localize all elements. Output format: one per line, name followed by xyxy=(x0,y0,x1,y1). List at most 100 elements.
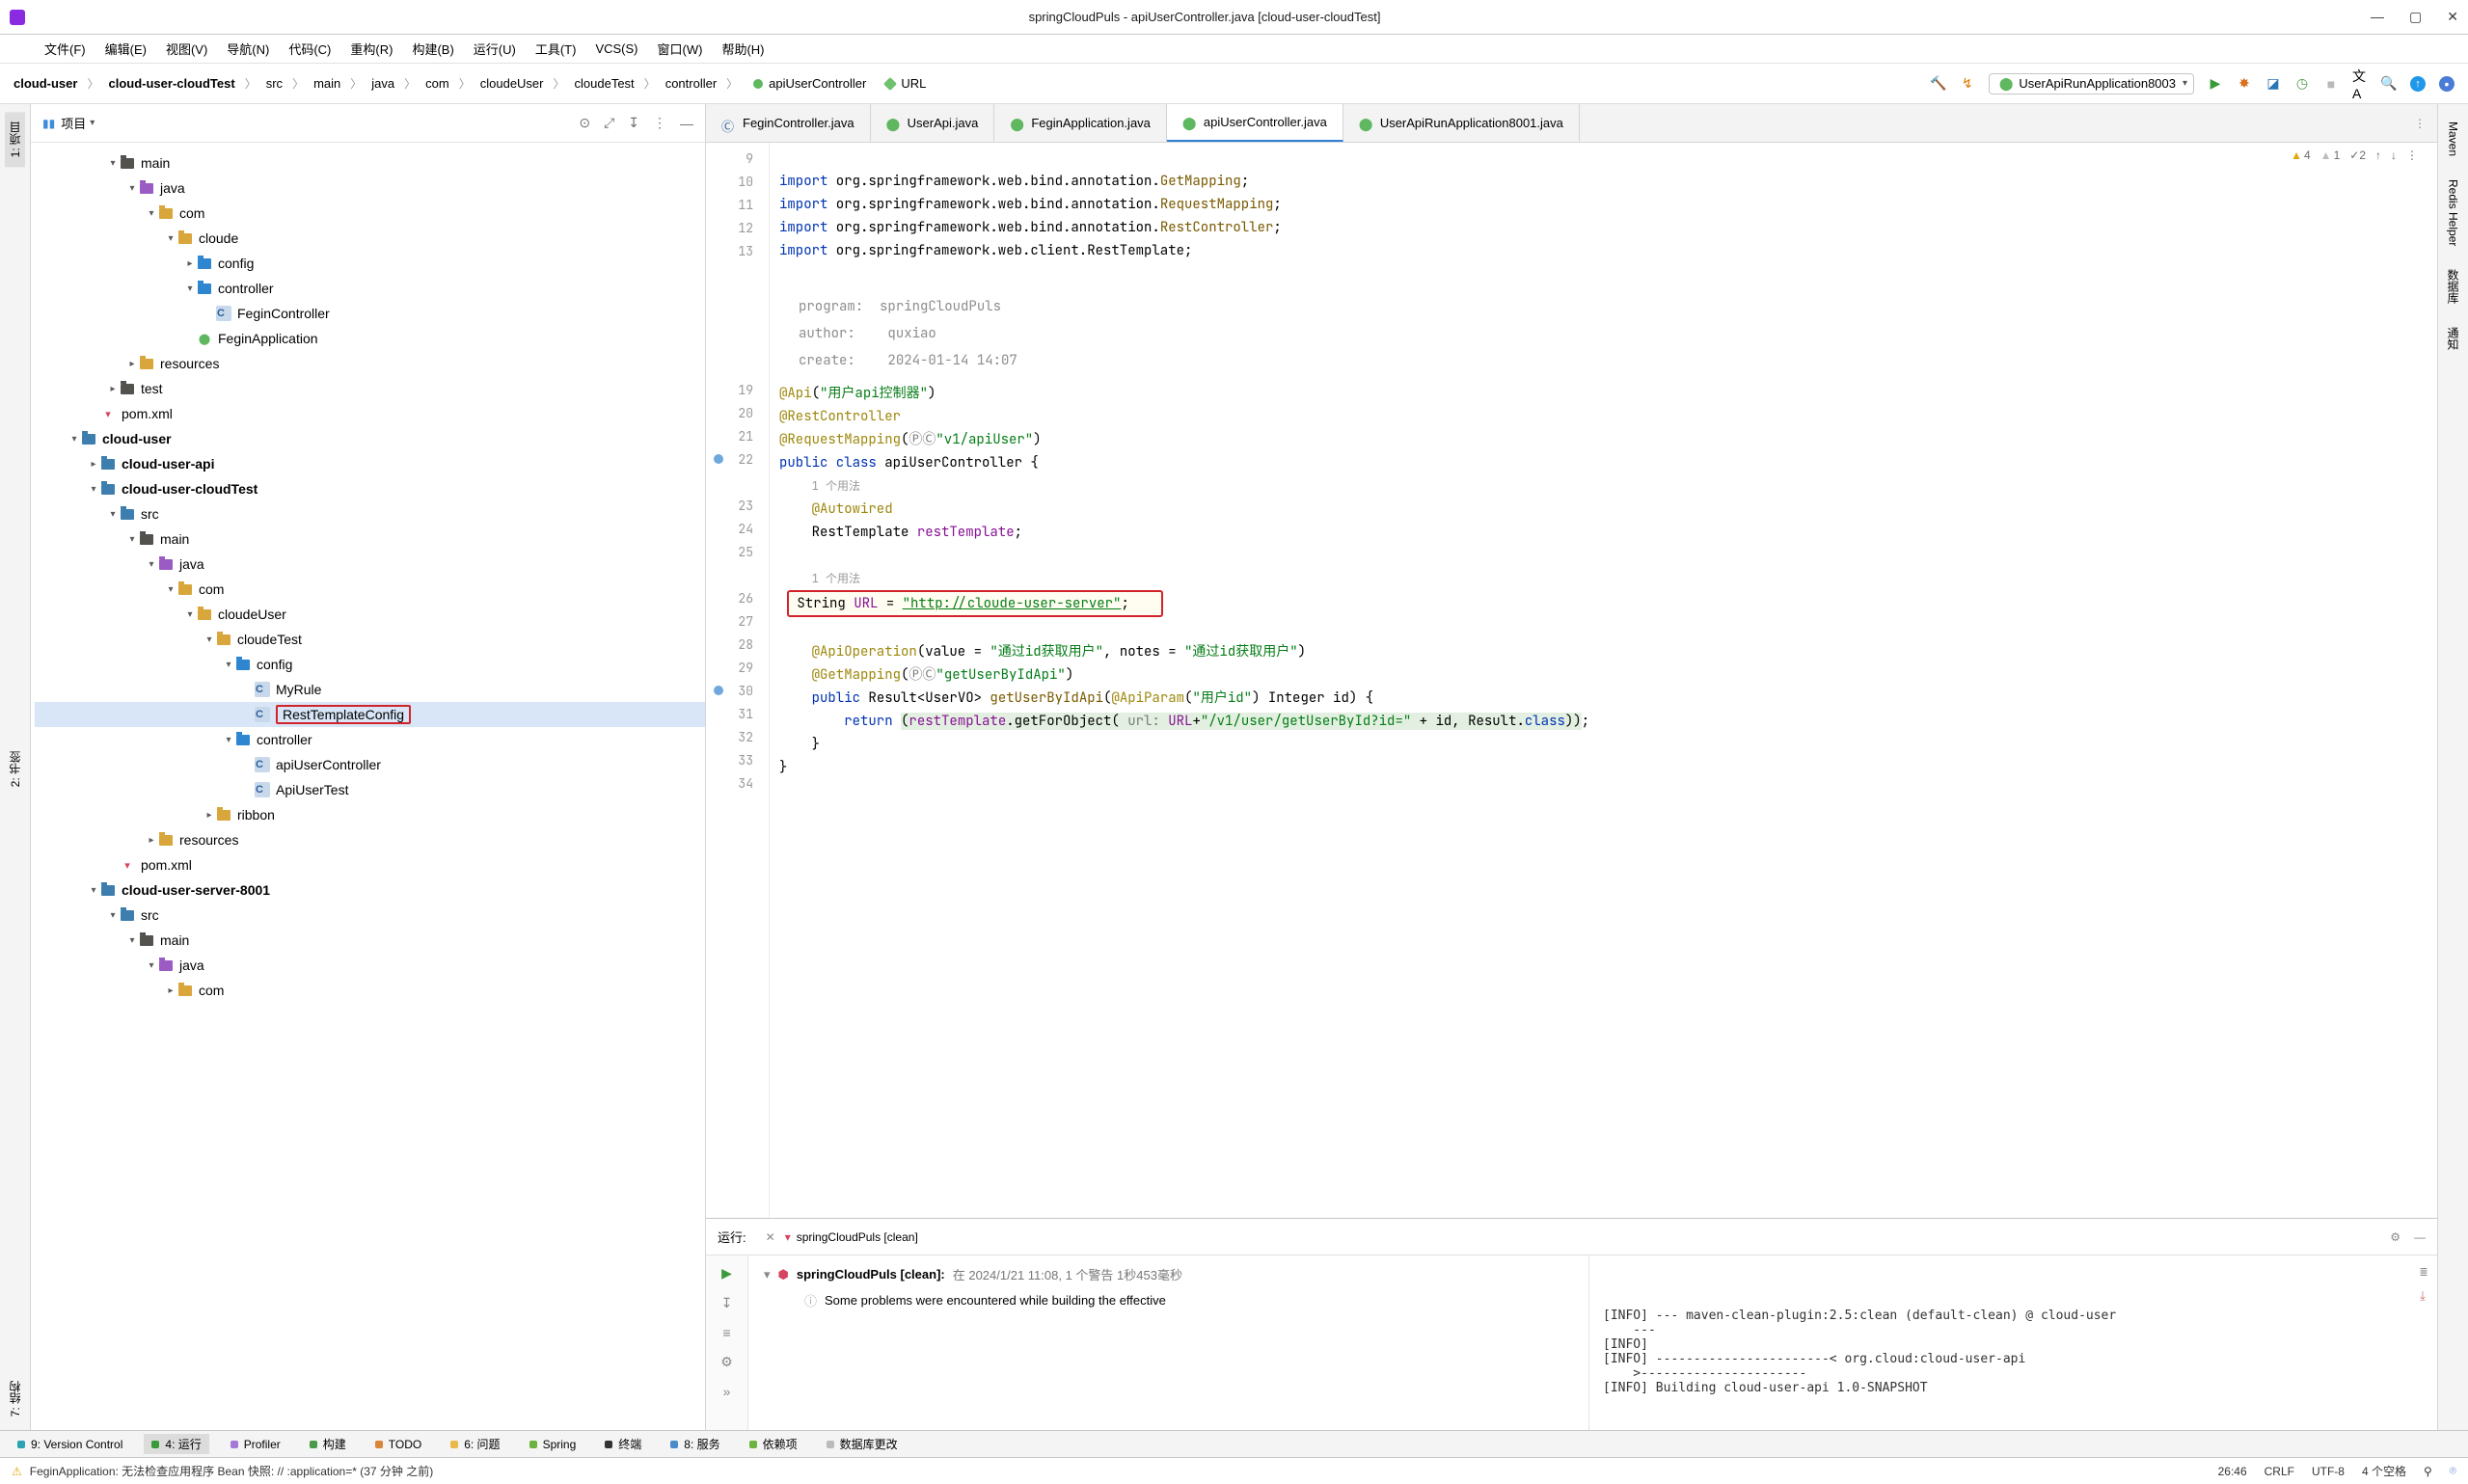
gutter-run-icon[interactable] xyxy=(714,686,723,695)
warning-icon[interactable]: 4 xyxy=(2291,148,2311,162)
window-maximize-icon[interactable]: ▢ xyxy=(2409,9,2422,25)
tree-expand-icon[interactable]: ▾ xyxy=(183,609,197,620)
menu-item[interactable]: 重构(R) xyxy=(350,40,393,58)
breadcrumb-item[interactable]: cloudeUser xyxy=(480,76,544,91)
right-rail-tab[interactable]: Redis Helper xyxy=(2445,170,2462,256)
bottom-tab[interactable]: 依赖项 xyxy=(742,1434,805,1454)
tree-row[interactable]: ▾cloud-user-cloudTest xyxy=(35,476,705,501)
breadcrumb-url-pill[interactable]: URL xyxy=(880,74,932,93)
gutter-line[interactable]: 11 xyxy=(706,193,769,216)
indent-setting[interactable]: 4 个空格 xyxy=(2362,1463,2406,1479)
gear-icon[interactable]: ⚙ xyxy=(2390,1230,2400,1244)
breadcrumb-item[interactable]: controller xyxy=(665,76,717,91)
gutter-line[interactable] xyxy=(706,262,769,285)
scroll-end-icon[interactable]: ⤓ xyxy=(2420,1289,2427,1304)
tree-row[interactable]: ▾src xyxy=(35,903,705,928)
bottom-tab[interactable]: 9: Version Control xyxy=(10,1436,130,1453)
breadcrumb-item[interactable]: java xyxy=(371,76,394,91)
menu-item[interactable]: 导航(N) xyxy=(227,40,269,58)
tree-row[interactable]: ▾java xyxy=(35,953,705,978)
menu-item[interactable]: 编辑(E) xyxy=(105,40,147,58)
left-rail-tab[interactable]: 2: 书签 xyxy=(5,742,25,796)
tree-expand-icon[interactable]: ▸ xyxy=(145,835,158,846)
breadcrumb-item[interactable]: main xyxy=(313,76,340,91)
run-icon[interactable]: ▶ xyxy=(2208,76,2223,92)
weak-warning-icon[interactable]: 1 xyxy=(2320,148,2341,162)
breadcrumb-item[interactable]: com xyxy=(425,76,449,91)
tree-row[interactable]: ▸resources xyxy=(35,351,705,376)
chevron-down-icon[interactable]: ▾ xyxy=(90,118,95,128)
breadcrumb-item[interactable]: cloudeTest xyxy=(575,76,635,91)
tree-row[interactable]: ▾com xyxy=(35,201,705,226)
translate-icon[interactable]: 文A xyxy=(2352,76,2368,92)
bottom-tab[interactable]: TODO xyxy=(367,1436,429,1453)
prev-highlight-icon[interactable]: ↑ xyxy=(2375,148,2381,162)
tree-expand-icon[interactable]: ▾ xyxy=(145,960,158,971)
tab-more-icon[interactable]: ⋮ xyxy=(2402,104,2437,142)
readonly-icon[interactable]: ⚲ xyxy=(2424,1465,2432,1478)
window-minimize-icon[interactable]: — xyxy=(2371,9,2384,25)
tree-expand-icon[interactable]: ▸ xyxy=(106,384,120,394)
tree-expand-icon[interactable]: ▾ xyxy=(125,935,139,946)
bottom-tab[interactable]: 8: 服务 xyxy=(663,1434,727,1454)
tree-expand-icon[interactable]: ▸ xyxy=(125,359,139,369)
filter-icon[interactable]: ≡ xyxy=(722,1325,730,1340)
tree-row[interactable]: ▾cloude xyxy=(35,226,705,251)
tree-expand-icon[interactable]: ▾ xyxy=(106,509,120,520)
gutter-line[interactable]: 12 xyxy=(706,216,769,239)
menu-item[interactable]: 代码(C) xyxy=(288,40,331,58)
menu-item[interactable]: 视图(V) xyxy=(166,40,207,58)
tree-row[interactable]: ▾java xyxy=(35,175,705,201)
tree-row[interactable]: CApiUserTest xyxy=(35,777,705,802)
more-icon[interactable]: ⋮ xyxy=(2406,148,2418,162)
tree-expand-icon[interactable]: ▾ xyxy=(125,534,139,545)
right-rail-tab[interactable]: Maven xyxy=(2445,112,2462,166)
search-everywhere-icon[interactable]: 🔍 xyxy=(2381,76,2397,92)
expand-all-icon[interactable]: ⤢ xyxy=(604,115,614,131)
gutter-line[interactable]: 30 xyxy=(706,679,769,702)
gutter-line[interactable]: 20 xyxy=(706,401,769,424)
tree-row[interactable]: ▸ribbon xyxy=(35,802,705,827)
gutter-line[interactable]: 31 xyxy=(706,702,769,725)
tree-row[interactable]: ▾main xyxy=(35,526,705,552)
collapse-all-icon[interactable]: ↧ xyxy=(628,115,639,131)
stop-icon[interactable]: ↧ xyxy=(721,1295,733,1311)
minimize-icon[interactable]: — xyxy=(2414,1230,2426,1244)
tree-row[interactable]: ▾main xyxy=(35,928,705,953)
tree-expand-icon[interactable]: ▾ xyxy=(68,434,81,445)
tree-row[interactable]: ▾pom.xml xyxy=(35,852,705,877)
menu-item[interactable]: 工具(T) xyxy=(535,40,577,58)
gutter-line[interactable]: 25 xyxy=(706,540,769,563)
next-highlight-icon[interactable]: ↓ xyxy=(2391,148,2397,162)
menu-item[interactable]: 文件(F) xyxy=(44,40,86,58)
tree-row[interactable]: ▾cloudeUser xyxy=(35,602,705,627)
caret-position[interactable]: 26:46 xyxy=(2218,1465,2247,1478)
bottom-tab[interactable]: 终端 xyxy=(597,1434,649,1454)
bottom-tab[interactable]: 4: 运行 xyxy=(144,1434,208,1454)
tree-expand-icon[interactable]: ▾ xyxy=(183,283,197,294)
gutter-line[interactable]: 32 xyxy=(706,725,769,748)
ide-update-icon[interactable]: ↑ xyxy=(2410,76,2426,92)
menu-item[interactable]: 构建(B) xyxy=(412,40,453,58)
run-messages[interactable]: ▾ ⬢ springCloudPuls [clean]: 在 2024/1/21… xyxy=(748,1255,1588,1430)
editor-tab[interactable]: ⬤UserApiRunApplication8001.java xyxy=(1343,104,1580,142)
gutter-line[interactable] xyxy=(706,563,769,586)
bottom-tab[interactable]: Profiler xyxy=(223,1436,288,1453)
project-tree[interactable]: ▾main▾java▾com▾cloude▸config▾controllerC… xyxy=(31,143,705,1430)
gutter-line[interactable] xyxy=(706,355,769,378)
menu-item[interactable]: 窗口(W) xyxy=(658,40,703,58)
tree-row[interactable]: CRestTemplateConfig xyxy=(35,702,705,727)
tree-expand-icon[interactable]: ▸ xyxy=(164,985,177,996)
tree-row[interactable]: ▾src xyxy=(35,501,705,526)
tree-row[interactable]: ▾com xyxy=(35,577,705,602)
settings-icon[interactable]: ⋮ xyxy=(653,115,666,131)
tree-row[interactable]: ▾java xyxy=(35,552,705,577)
breadcrumb-item[interactable]: cloud-user xyxy=(14,76,77,91)
hide-icon[interactable]: — xyxy=(680,116,693,131)
gutter-line[interactable]: 10 xyxy=(706,170,769,193)
gutter-line[interactable] xyxy=(706,285,769,309)
code-editor[interactable]: 9101112131920212223242526272829303132333… xyxy=(706,143,2437,1218)
tree-row[interactable]: ▾config xyxy=(35,652,705,677)
profile-icon[interactable]: ◷ xyxy=(2294,76,2310,92)
tree-row[interactable]: CMyRule xyxy=(35,677,705,702)
